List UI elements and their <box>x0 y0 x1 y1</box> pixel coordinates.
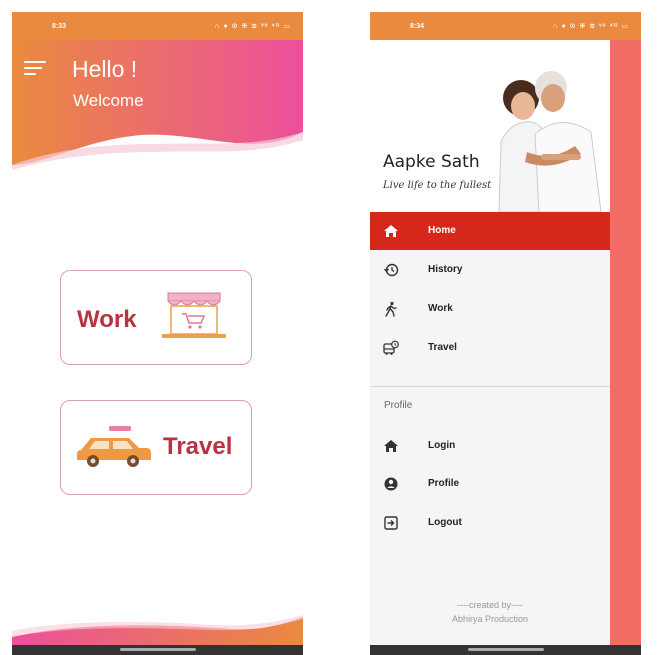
home-screen: 8:33 ∩ ● ⊙ ⁜ ≋ ᵛᵒ ⁴ᴳ ▭ Hello ! Welcome W… <box>12 12 303 655</box>
work-card[interactable]: Work <box>60 270 252 365</box>
welcome-subtitle: Welcome <box>73 91 144 110</box>
history-icon <box>383 263 399 277</box>
account-icon <box>384 477 398 491</box>
work-label: Work <box>77 306 137 333</box>
credit-created-by: ----created by---- <box>456 600 523 610</box>
menu-label: Login <box>428 440 456 451</box>
drawer-scrim[interactable] <box>610 40 641 655</box>
menu-item-login[interactable]: Login <box>370 427 610 465</box>
header-wave <box>12 40 303 170</box>
drawer-header: Aapke Sath Live life to the fullest <box>370 40 610 212</box>
bus-icon <box>383 340 399 355</box>
car-icon <box>77 426 151 467</box>
status-bar: 8:33 ∩ ● ⊙ ⁜ ≋ ᵛᵒ ⁴ᴳ ▭ <box>12 12 303 40</box>
menu-label: Travel <box>428 342 457 353</box>
menu-label: Logout <box>428 517 462 528</box>
navigation-drawer: Aapke Sath Live life to the fullest Home… <box>370 40 610 655</box>
travel-card[interactable]: Travel <box>60 400 252 495</box>
status-time: 8:33 <box>52 22 67 30</box>
status-bar: 8:34 ∩ ● ⊙ ⁜ ≋ ᵛᵒ ⁴ᴳ ▭ <box>370 12 641 40</box>
app-header: Hello ! Welcome <box>12 40 303 170</box>
travel-label: Travel <box>163 433 233 460</box>
status-time: 8:34 <box>410 22 425 30</box>
menu-item-travel[interactable]: Travel <box>370 329 610 367</box>
menu-label: Profile <box>428 478 460 489</box>
menu-icon[interactable] <box>24 61 48 79</box>
system-nav-bar <box>370 645 641 655</box>
menu-label: History <box>428 264 463 275</box>
credit-author: Abhirya Production <box>451 614 529 624</box>
logout-icon <box>384 516 398 530</box>
menu-item-work[interactable]: Work <box>370 290 610 328</box>
drawer-title: Aapke Sath <box>383 152 480 172</box>
section-label-profile: Profile <box>384 400 413 411</box>
menu-label: Work <box>428 303 453 314</box>
greeting-title: Hello ! <box>72 56 138 82</box>
walk-icon <box>385 301 397 317</box>
menu-item-history[interactable]: History <box>370 251 610 289</box>
status-icons: ∩ ● ⊙ ⁜ ≋ ᵛᵒ ⁴ᴳ ▭ <box>552 23 629 30</box>
elderly-couple-photo <box>498 71 602 212</box>
menu-divider <box>370 386 610 387</box>
status-icons: ∩ ● ⊙ ⁜ ≋ ᵛᵒ ⁴ᴳ ▭ <box>214 23 291 30</box>
menu-item-profile[interactable]: Profile <box>370 465 610 503</box>
home-gesture-handle[interactable] <box>119 648 196 651</box>
system-nav-bar <box>12 645 303 655</box>
drawer-subtitle: Live life to the fullest <box>383 180 492 191</box>
home-icon <box>384 225 398 237</box>
drawer-screen: 8:34 ∩ ● ⊙ ⁜ ≋ ᵛᵒ ⁴ᴳ ▭ Aapke Sath Live l… <box>370 12 641 655</box>
home-icon <box>384 440 398 452</box>
menu-item-logout[interactable]: Logout <box>370 504 610 542</box>
shop-icon <box>162 292 226 338</box>
menu-item-home[interactable]: Home <box>370 212 610 250</box>
menu-label: Home <box>428 225 456 236</box>
home-gesture-handle[interactable] <box>467 648 544 651</box>
